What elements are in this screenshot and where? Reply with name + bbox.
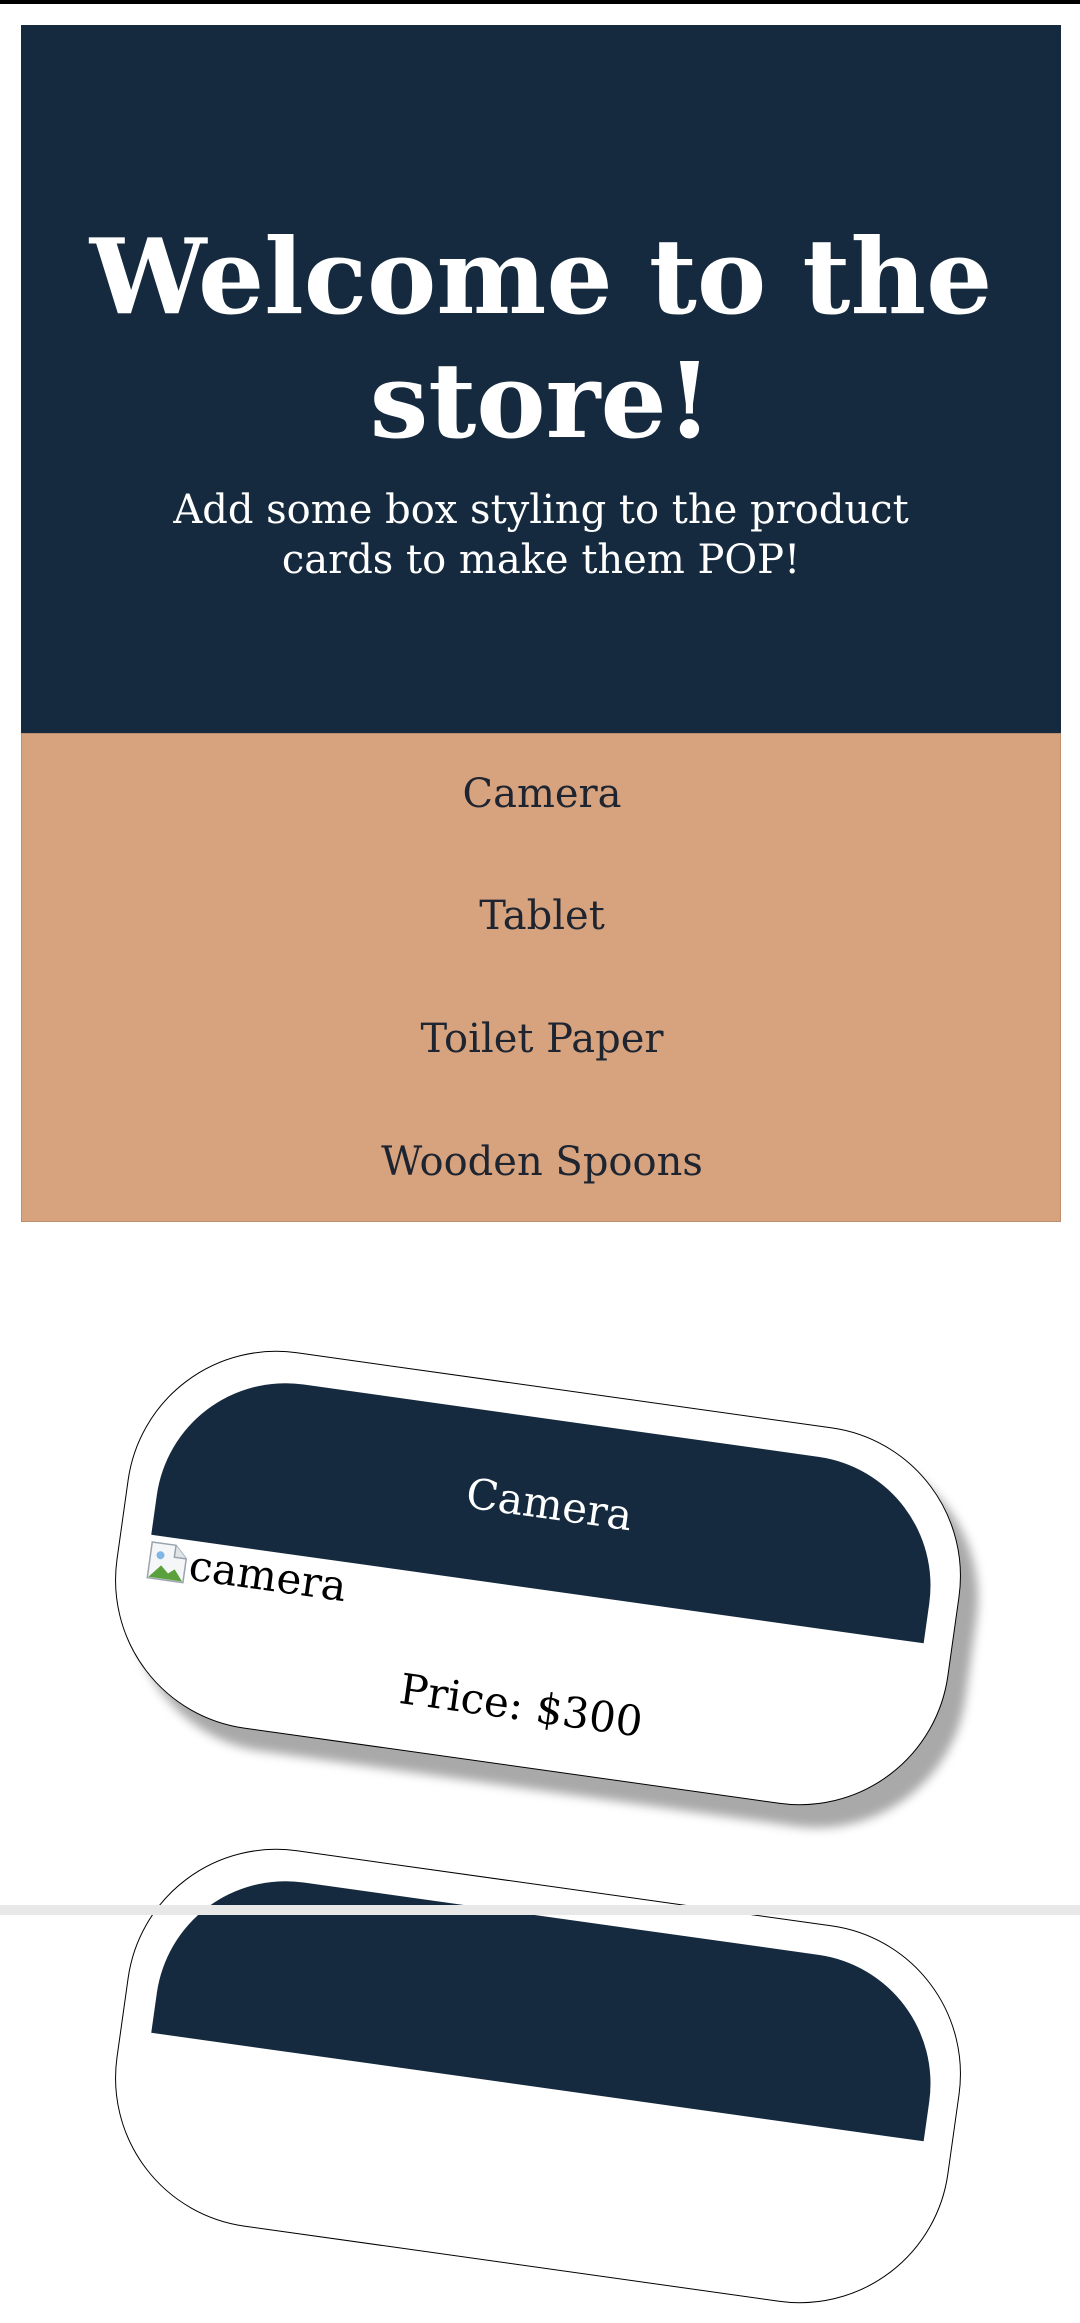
nav-item-wooden-spoons[interactable]: Wooden Spoons bbox=[22, 1132, 1062, 1192]
nav-item-tablet[interactable]: Tablet bbox=[22, 886, 1062, 946]
nav-item-camera[interactable]: Camera bbox=[22, 764, 1062, 824]
hero-banner: Welcome to the store! Add some box styli… bbox=[21, 25, 1061, 733]
scroll-edge bbox=[0, 1905, 1080, 1915]
broken-image-icon bbox=[145, 1540, 190, 1585]
product-nav: Camera Tablet Toilet Paper Wooden Spoons bbox=[21, 733, 1061, 1222]
product-price: Price: $300 bbox=[396, 1664, 646, 1747]
product-card-camera: Camera camera Price: $300 bbox=[95, 1331, 981, 1825]
page-title: Welcome to the store! bbox=[89, 215, 993, 462]
product-card-next bbox=[95, 1829, 981, 2323]
page-subtitle: Add some box styling to the product card… bbox=[173, 487, 909, 583]
nav-item-toilet-paper[interactable]: Toilet Paper bbox=[22, 1009, 1062, 1069]
top-border bbox=[0, 0, 1080, 4]
